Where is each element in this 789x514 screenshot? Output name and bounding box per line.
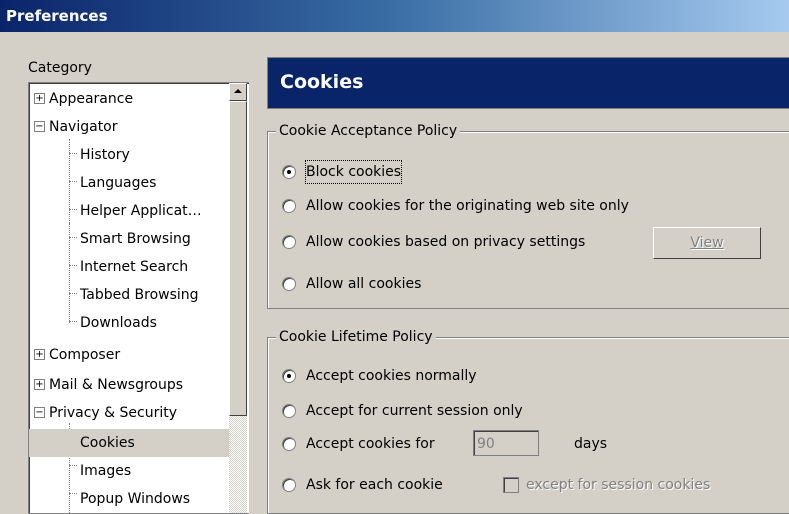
days-input[interactable]: 90: [473, 430, 539, 456]
radio-button-icon[interactable]: [282, 165, 296, 179]
sidebar-item-history[interactable]: History: [49, 141, 130, 169]
expand-icon[interactable]: +: [34, 349, 45, 360]
sidebar-item-label: Tabbed Browsing: [80, 287, 199, 303]
sidebar-item-images[interactable]: Images: [49, 457, 131, 485]
scroll-thumb[interactable]: [229, 101, 247, 416]
collapse-icon[interactable]: −: [34, 407, 45, 418]
sidebar-item-navigator[interactable]: − Navigator: [29, 113, 118, 141]
except-session-checkbox[interactable]: [503, 477, 519, 493]
cookie-lifetime-group: Cookie Lifetime Policy Accept cookies no…: [267, 328, 789, 514]
radio-label: Block cookies: [304, 160, 403, 184]
sidebar-item-composer[interactable]: + Composer: [29, 341, 120, 369]
category-tree[interactable]: + Appearance − Navigator History Languag…: [28, 82, 249, 514]
tree-scrollbar[interactable]: [229, 83, 247, 513]
sidebar-item-label: Popup Windows: [80, 491, 191, 507]
sidebar-item-label: Cookies: [80, 435, 135, 451]
sidebar-item-popup-windows[interactable]: Popup Windows: [49, 485, 190, 513]
radio-label: Accept cookies normally: [306, 368, 477, 384]
sidebar-item-helper-applications[interactable]: Helper Applicat…: [49, 197, 202, 225]
sidebar-item-smart-browsing[interactable]: Smart Browsing: [49, 225, 191, 253]
radio-button-icon[interactable]: [282, 478, 296, 492]
sidebar-item-mail-newsgroups[interactable]: + Mail & Newsgroups: [29, 371, 183, 399]
radio-label: Ask for each cookie: [306, 477, 443, 493]
expand-icon[interactable]: +: [34, 379, 45, 390]
sidebar-item-label: Internet Search: [80, 259, 189, 275]
sidebar-item-label: Helper Applicat…: [80, 203, 202, 219]
window-titlebar: Preferences: [0, 0, 789, 32]
days-label: days: [574, 436, 608, 452]
cookie-acceptance-legend: Cookie Acceptance Policy: [276, 122, 461, 140]
radio-selected-dot: [287, 170, 291, 174]
sidebar-item-privacy-security[interactable]: − Privacy & Security: [29, 399, 177, 427]
sidebar-item-label: Mail & Newsgroups: [49, 377, 184, 393]
sidebar-item-label: Composer: [49, 347, 121, 363]
sidebar-item-label: Images: [80, 463, 132, 479]
sidebar-item-label: Smart Browsing: [80, 231, 191, 247]
up-arrow-icon: [234, 89, 242, 93]
sidebar-item-label: Privacy & Security: [49, 405, 177, 421]
radio-button-icon[interactable]: [282, 437, 296, 451]
panel-header: Cookies: [267, 57, 789, 109]
radio-label: Allow cookies based on privacy settings: [306, 234, 586, 250]
sidebar-item-appearance[interactable]: + Appearance: [29, 85, 133, 113]
radio-button-icon[interactable]: [282, 369, 296, 383]
sidebar-item-cookies[interactable]: Cookies: [29, 429, 230, 457]
sidebar-item-tabbed-browsing[interactable]: Tabbed Browsing: [49, 281, 199, 309]
except-session-label: except for session cookies: [526, 477, 711, 493]
radio-button-icon[interactable]: [282, 199, 296, 213]
sidebar-item-internet-search[interactable]: Internet Search: [49, 253, 188, 281]
sidebar-item-label: Appearance: [49, 91, 134, 107]
scroll-up-button[interactable]: [229, 83, 247, 101]
radio-button-icon[interactable]: [282, 404, 296, 418]
cookie-acceptance-group: Cookie Acceptance Policy Block cookies A…: [267, 122, 789, 309]
sidebar-item-downloads[interactable]: Downloads: [49, 309, 157, 337]
radio-label: Accept cookies for: [306, 436, 435, 452]
view-button-label: View: [690, 235, 724, 251]
view-button[interactable]: View: [653, 227, 761, 259]
radio-label: Allow cookies for the originating web si…: [306, 198, 629, 214]
sidebar-item-label: History: [80, 147, 130, 163]
radio-selected-dot: [287, 374, 291, 378]
sidebar-item-label: Downloads: [80, 315, 157, 331]
category-label: Category: [28, 60, 92, 76]
window-title: Preferences: [6, 7, 108, 25]
panel-title: Cookies: [280, 71, 364, 93]
cookie-lifetime-legend: Cookie Lifetime Policy: [276, 328, 436, 346]
expand-icon[interactable]: +: [34, 93, 45, 104]
radio-button-icon[interactable]: [282, 235, 296, 249]
radio-label: Allow all cookies: [306, 276, 422, 292]
sidebar-item-label: Languages: [80, 175, 157, 191]
sidebar-item-label: Navigator: [49, 119, 118, 135]
sidebar-item-languages[interactable]: Languages: [49, 169, 156, 197]
radio-label: Accept for current session only: [306, 403, 523, 419]
collapse-icon[interactable]: −: [34, 121, 45, 132]
radio-button-icon[interactable]: [282, 277, 296, 291]
